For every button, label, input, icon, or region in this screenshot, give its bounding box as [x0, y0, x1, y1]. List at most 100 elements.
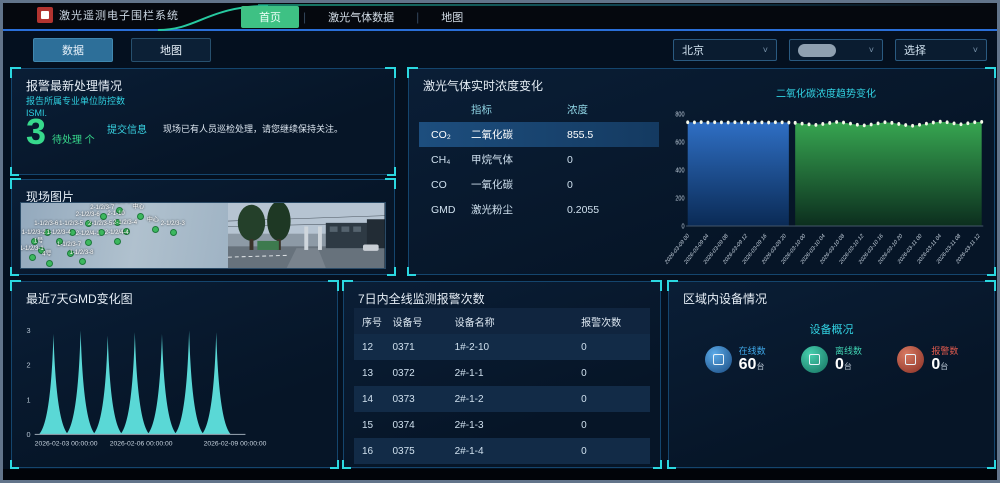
corner-decoration — [342, 460, 351, 469]
device-stat-online: 在线数60台 — [705, 344, 766, 375]
chart-title: 二氧化碳浓度趋势变化 — [664, 85, 988, 100]
map-marker-label: 1-1/2/3-6 — [34, 221, 58, 227]
panel-title: 7日内全线监测报警次数 — [344, 282, 660, 311]
corner-decoration — [387, 167, 396, 176]
alarm-message: 现场已有人员巡检处理，请您继续保持关注。 — [163, 122, 343, 135]
table-row: 1203711#-2-100 — [354, 334, 650, 360]
map-marker-label: 2-1/2/4-1 — [76, 232, 100, 238]
data-button[interactable]: 数据 — [33, 38, 113, 62]
svg-text:600: 600 — [675, 139, 685, 147]
nav-tabs: 首页|激光气体数据|地图 — [241, 7, 481, 27]
map-marker[interactable] — [79, 258, 86, 265]
gas-table: 指标浓度CO₂二氧化碳855.5CH₄甲烷气体0CO一氧化碳0GMD激光粉尘0.… — [419, 97, 659, 222]
gmd-spike-chart: 0 1 2 3 2026-02-03 00:00:00 2026-02-06 00:00:… — [18, 310, 331, 463]
corner-decoration — [987, 267, 996, 276]
alarm-table-header: 序号设备号设备名称报警次数 — [354, 308, 650, 334]
alarm-count-table-panel: 7日内全线监测报警次数 序号设备号设备名称报警次数1203711#-2-1001… — [343, 281, 661, 468]
map-marker-label: 2-1/2/3-5 — [88, 221, 112, 227]
map-marker-label: 2-1-10 — [107, 211, 124, 217]
online-device-icon — [705, 346, 732, 373]
select-value: 北京 — [682, 42, 704, 58]
svg-text:800: 800 — [675, 111, 685, 119]
device-stats: 在线数60台 离线数0台 报警数0台 — [669, 344, 994, 375]
svg-text:0: 0 — [681, 223, 685, 231]
tab-0[interactable]: 首页 — [241, 6, 299, 28]
table-row: 1303722#-1-10 — [354, 360, 650, 386]
alarm-count: 3 待处理 个 — [26, 113, 95, 151]
corner-decoration — [10, 267, 19, 276]
map-marker-label: 中心 — [147, 215, 159, 224]
svg-text:0: 0 — [26, 430, 30, 439]
map-marker[interactable] — [137, 213, 144, 220]
map-marker-label: 2-1/2/4-4 — [105, 230, 129, 236]
map-marker[interactable] — [100, 213, 107, 220]
corner-decoration — [987, 460, 996, 469]
offline-device-icon — [801, 346, 828, 373]
device-stat-alarm: 报警数0台 — [897, 344, 958, 375]
map-marker[interactable] — [46, 260, 53, 267]
map-marker[interactable] — [170, 229, 177, 236]
gas-table-row[interactable]: CH₄甲烷气体0 — [419, 147, 659, 172]
stat-value: 0台 — [835, 357, 862, 375]
svg-text:2026-02-09 00:00:00: 2026-02-09 00:00:00 — [204, 441, 267, 448]
map-marker[interactable] — [152, 226, 159, 233]
map-marker-label: 2-1/2/3-6 — [76, 212, 100, 218]
gas-table-row[interactable]: CO₂二氧化碳855.5 — [419, 122, 659, 147]
map-marker-label: 1-1/2/3-5 — [59, 221, 83, 227]
bottom-bar — [3, 469, 997, 480]
tab-1[interactable]: 激光气体数据 — [310, 6, 412, 28]
panel-title: 报警最新处理情况 — [12, 69, 394, 98]
filter-select-1[interactable]: ˅ — [789, 39, 883, 61]
gas-table-row[interactable]: CO一氧化碳0 — [419, 172, 659, 197]
site-photo-panel: 现场图片 2-1/2/3-82-1/2/3-72-1/2/3-62-1-10中心… — [11, 179, 395, 275]
svg-text:3: 3 — [26, 326, 30, 335]
chevron-down-icon: ˅ — [869, 45, 874, 55]
map-button[interactable]: 地图 — [131, 38, 211, 62]
gas-table-header: 指标浓度 — [419, 97, 659, 122]
street-photo-image — [228, 203, 385, 268]
redacted-value — [798, 44, 836, 57]
svg-text:2: 2 — [26, 361, 30, 370]
panel-title: 最近7天GMD变化图 — [12, 282, 337, 311]
corner-decoration — [653, 460, 662, 469]
chevron-down-icon: ˅ — [763, 45, 768, 55]
select-value: 选择 — [904, 42, 926, 58]
svg-text:2026-02-06 00:00:00: 2026-02-06 00:00:00 — [110, 441, 173, 448]
stat-value: 0台 — [931, 357, 958, 375]
submit-info-button[interactable]: 提交信息 — [107, 121, 147, 136]
dashboard-window: 激光遥测电子围栏系统 首页|激光气体数据|地图 数据 地图 北京˅˅选择˅ 报警… — [0, 0, 1000, 483]
map-marker-label: 1-1/2/3-4 — [47, 230, 71, 236]
filter-select-2[interactable]: 选择 ˅ — [895, 39, 987, 61]
top-bar: 激光遥测电子围栏系统 首页|激光气体数据|地图 — [3, 3, 997, 31]
sensor-map-image: 2-1/2/3-82-1/2/3-72-1/2/3-62-1-10中心1-1/2… — [21, 203, 228, 268]
map-marker[interactable] — [29, 254, 36, 261]
svg-text:400: 400 — [675, 167, 685, 175]
map-marker-label: 1-1/2/3-8 — [69, 250, 93, 256]
filter-select-0[interactable]: 北京 ˅ — [673, 39, 777, 61]
map-marker[interactable] — [114, 238, 121, 245]
tab-2[interactable]: 地图 — [423, 6, 481, 28]
map-marker-label: 2-1/2/3-3 — [161, 221, 185, 227]
corner-decoration — [407, 267, 416, 276]
device-alarm-table: 序号设备号设备名称报警次数1203711#-2-1001303722#-1-10… — [354, 308, 650, 464]
svg-text:2026-02-03 00:00:00: 2026-02-03 00:00:00 — [35, 441, 98, 448]
site-photo[interactable]: 2-1/2/3-82-1/2/3-72-1/2/3-62-1-10中心1-1/2… — [20, 202, 386, 269]
table-row: 1603752#-1-40 — [354, 438, 650, 464]
panel-title: 区域内设备情况 — [669, 282, 994, 311]
device-stat-offline: 离线数0台 — [801, 344, 862, 375]
map-marker[interactable] — [85, 239, 92, 246]
svg-text:1: 1 — [26, 395, 30, 404]
gmd-trend-panel: 最近7天GMD变化图 0 1 2 3 2026-02-03 00:00:00 2026-0… — [11, 281, 338, 468]
toolbar: 数据 地图 北京 ˅ ˅ 选择 ˅ — [3, 33, 997, 67]
table-row: 1403732#-1-20 — [354, 386, 650, 412]
corner-decoration — [330, 460, 339, 469]
gas-table-row[interactable]: GMD激光粉尘0.2055 — [419, 197, 659, 222]
tab-separator: | — [412, 10, 423, 24]
map-marker-label: 4号 — [42, 248, 51, 257]
device-overview-panel: 区域内设备情况 设备概况 在线数60台离线数0台报警数0台 — [668, 281, 995, 468]
map-marker-label: 1-1/2/3-7 — [57, 242, 81, 248]
table-row: 1503742#-1-30 — [354, 412, 650, 438]
co2-trend-chart: 二氧化碳浓度趋势变化 02004006008002026-03-09 00202… — [664, 85, 988, 272]
chevron-down-icon: ˅ — [973, 45, 978, 55]
corner-decoration — [387, 267, 396, 276]
